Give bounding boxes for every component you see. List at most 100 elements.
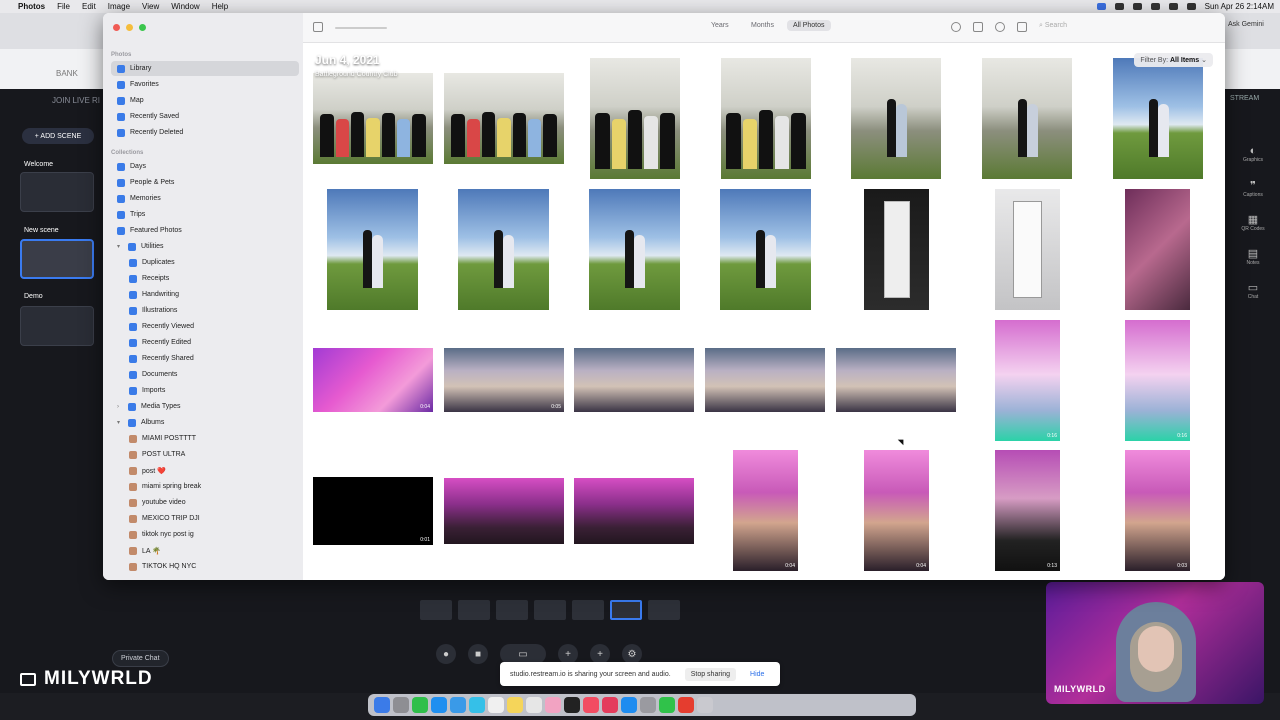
video-thumbnail[interactable]: 0:04: [864, 450, 929, 571]
search-field[interactable]: ⌕ Search: [1039, 22, 1067, 30]
info-icon[interactable]: [951, 22, 961, 32]
sidebar-item-recently-edited[interactable]: Recently Edited: [123, 335, 299, 350]
scene-card-welcome[interactable]: [20, 172, 94, 212]
mail-icon[interactable]: [450, 697, 466, 713]
news-icon[interactable]: [602, 697, 618, 713]
photo-thumbnail[interactable]: [721, 58, 811, 179]
settings-button[interactable]: ⚙: [622, 644, 642, 664]
layout-option[interactable]: [420, 600, 452, 620]
tv-icon[interactable]: [564, 697, 580, 713]
chrome-icon[interactable]: [678, 697, 694, 713]
share-icon[interactable]: [973, 22, 983, 32]
menu-help[interactable]: Help: [212, 2, 228, 11]
album-item[interactable]: youtube video: [123, 495, 299, 510]
sidebar-item-recently-shared[interactable]: Recently Shared: [123, 351, 299, 366]
sidebar-item-documents[interactable]: Documents: [123, 367, 299, 382]
scene-card-demo[interactable]: [20, 306, 94, 346]
finder-icon[interactable]: [374, 697, 390, 713]
sidebar-item-receipts[interactable]: Receipts: [123, 271, 299, 286]
control-icon[interactable]: [1132, 3, 1142, 10]
sidebar-item-duplicates[interactable]: Duplicates: [123, 255, 299, 270]
invite-button[interactable]: +: [558, 644, 578, 664]
layout-option[interactable]: [534, 600, 566, 620]
sidebar-item-favorites[interactable]: Favorites: [111, 77, 299, 92]
photo-thumbnail[interactable]: [982, 58, 1072, 179]
app-store-icon[interactable]: [621, 697, 637, 713]
messages-icon[interactable]: [412, 697, 428, 713]
layout-option[interactable]: [458, 600, 490, 620]
sidebar-item-trips[interactable]: Trips: [111, 207, 299, 222]
minimize-icon[interactable]: [126, 24, 133, 31]
menubar-datetime[interactable]: Sun Apr 26 2:14AM: [1205, 2, 1274, 11]
album-item[interactable]: TIKTOK HQ NYC: [123, 559, 299, 574]
close-icon[interactable]: [113, 24, 120, 31]
private-chat-button[interactable]: Private Chat: [112, 650, 169, 667]
facetime-icon[interactable]: [469, 697, 485, 713]
video-thumbnail[interactable]: 0:04: [733, 450, 798, 571]
chevron-right-icon[interactable]: ›: [117, 404, 123, 410]
add-button[interactable]: +: [590, 644, 610, 664]
video-thumbnail[interactable]: 0:04: [313, 348, 433, 412]
notes-icon[interactable]: [507, 697, 523, 713]
sidebar-item-people-pets[interactable]: People & Pets: [111, 175, 299, 190]
photo-thumbnail[interactable]: [313, 73, 433, 164]
hide-button[interactable]: Hide: [750, 671, 764, 678]
photo-thumbnail[interactable]: [1113, 58, 1203, 179]
rotate-icon[interactable]: [1017, 22, 1027, 32]
sidebar-item-days[interactable]: Days: [111, 159, 299, 174]
menu-app-name[interactable]: Photos: [18, 2, 45, 11]
camera-button[interactable]: ■: [468, 644, 488, 664]
photo-thumbnail[interactable]: [574, 478, 694, 544]
photo-thumbnail[interactable]: [444, 478, 564, 544]
ask-gemini-button[interactable]: Ask Gemini: [1228, 21, 1264, 28]
photo-thumbnail[interactable]: [705, 348, 825, 412]
trash-icon[interactable]: [697, 697, 713, 713]
video-thumbnail[interactable]: 0:13: [995, 450, 1060, 571]
sidebar-item-map[interactable]: Map: [111, 93, 299, 108]
add-scene-button[interactable]: + ADD SCENE: [22, 128, 94, 144]
spotify-icon[interactable]: [659, 697, 675, 713]
menu-view[interactable]: View: [142, 2, 159, 11]
menu-file[interactable]: File: [57, 2, 70, 11]
chevron-down-icon[interactable]: ▾: [117, 419, 123, 426]
segment-all-photos[interactable]: All Photos: [787, 20, 831, 31]
menu-image[interactable]: Image: [108, 2, 130, 11]
album-item[interactable]: MIAMI POSTTTT: [123, 431, 299, 446]
video-thumbnail[interactable]: 0:16: [995, 320, 1060, 441]
layout-option-selected[interactable]: [610, 600, 642, 620]
sidebar-item-imports[interactable]: Imports: [123, 383, 299, 398]
video-thumbnail[interactable]: 0:16: [1125, 320, 1190, 441]
bank-bookmark[interactable]: BANK: [56, 69, 78, 78]
photo-thumbnail[interactable]: [574, 348, 694, 412]
heart-icon[interactable]: [995, 22, 1005, 32]
wifi-icon[interactable]: [1150, 3, 1160, 10]
notes-tool[interactable]: ▤ Notes: [1236, 242, 1270, 270]
photo-thumbnail[interactable]: [851, 58, 941, 179]
sidebar-item-recently-deleted[interactable]: Recently Deleted: [111, 125, 299, 140]
recording-icon[interactable]: [1114, 3, 1124, 10]
photo-thumbnail[interactable]: [995, 189, 1060, 310]
layout-option[interactable]: [648, 600, 680, 620]
layout-option[interactable]: [572, 600, 604, 620]
sidebar-item-featured[interactable]: Featured Photos: [111, 223, 299, 238]
sidebar-item-albums[interactable]: ▾ Albums: [111, 415, 299, 430]
sidebar-item-recently-saved[interactable]: Recently Saved: [111, 109, 299, 124]
sidebar-item-utilities[interactable]: ▾ Utilities: [111, 239, 299, 254]
safari-icon[interactable]: [431, 697, 447, 713]
video-thumbnail[interactable]: 0:01: [313, 477, 433, 545]
scene-card-new[interactable]: [20, 239, 94, 279]
album-item[interactable]: miami spring break: [123, 479, 299, 494]
screen-share-button[interactable]: ▭: [500, 644, 546, 664]
photo-thumbnail[interactable]: [589, 189, 680, 310]
segment-months[interactable]: Months: [751, 22, 774, 29]
photo-thumbnail[interactable]: [720, 189, 811, 310]
video-thumbnail[interactable]: 0:05: [444, 348, 564, 412]
chat-tool[interactable]: ▭ Chat: [1236, 276, 1270, 304]
photo-thumbnail[interactable]: [458, 189, 549, 310]
sidebar-toggle-icon[interactable]: [313, 22, 323, 32]
microphone-button[interactable]: ●: [436, 644, 456, 664]
sidebar-item-recently-viewed[interactable]: Recently Viewed: [123, 319, 299, 334]
sidebar-item-library[interactable]: Library: [111, 61, 299, 76]
menu-edit[interactable]: Edit: [82, 2, 96, 11]
launchpad-icon[interactable]: [393, 697, 409, 713]
